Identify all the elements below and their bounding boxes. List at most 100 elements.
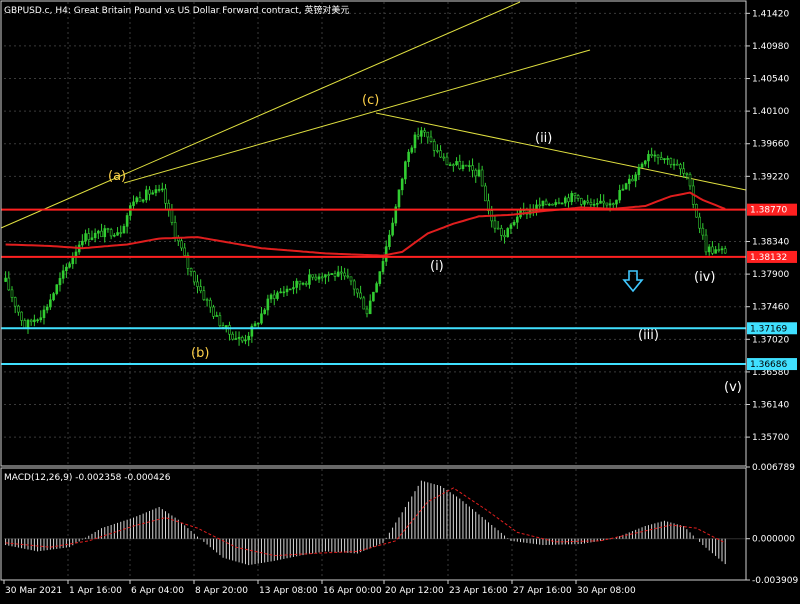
candle-body — [445, 156, 449, 166]
candle-body — [71, 256, 75, 265]
candle-body — [666, 158, 669, 160]
candle-body — [672, 163, 676, 166]
candle-body — [180, 240, 183, 249]
candle-body — [234, 338, 238, 340]
wave-label: (v) — [724, 380, 742, 395]
candle-body — [541, 200, 545, 207]
candle-body — [87, 233, 91, 240]
candle-body — [218, 315, 222, 327]
candle-body — [509, 224, 513, 229]
level-price-label: 1.38770 — [750, 206, 787, 216]
candle-body — [464, 164, 468, 167]
candle-body — [295, 280, 298, 288]
candle-body — [157, 189, 161, 191]
candle-body — [611, 203, 615, 205]
candle-body — [154, 189, 158, 194]
level-price-label: 1.37169 — [750, 324, 787, 334]
wave-label: (i) — [430, 259, 444, 274]
candle-body — [663, 158, 666, 161]
candle-body — [579, 198, 583, 205]
wave-label: (iii) — [638, 328, 659, 343]
axes: 30 Mar 2021 1 Apr 16:00 6 Apr 04:00 8 Apr 2… — [0, 0, 798, 596]
candle-body — [634, 174, 637, 182]
candle-body — [388, 234, 391, 247]
candle-body — [714, 249, 717, 254]
candle-body — [474, 169, 478, 177]
y-tick-label: 1.35700 — [752, 433, 789, 443]
candle-body — [567, 197, 570, 203]
candle-body — [336, 271, 340, 277]
candle-body — [10, 289, 14, 298]
candle-body — [356, 288, 359, 294]
candle-body — [659, 157, 663, 161]
candle-body — [29, 319, 33, 323]
y-tick-label: 1.38340 — [752, 238, 789, 248]
candle-body — [340, 271, 343, 274]
candle-body — [17, 305, 20, 313]
wave-label: (a) — [108, 169, 126, 184]
candle-body — [723, 248, 727, 254]
candle-body — [560, 202, 564, 205]
candle-body — [685, 173, 689, 175]
candle-body — [20, 311, 23, 321]
level-price-label: 1.38132 — [750, 253, 787, 263]
candle-body — [647, 154, 650, 162]
candle-body — [656, 154, 660, 158]
candle-body — [343, 272, 346, 277]
y-tick-label: 1.39220 — [752, 172, 789, 182]
candle-body — [439, 150, 442, 158]
candle-body — [362, 297, 366, 310]
candle-body — [605, 202, 609, 206]
y-tick-label: 1.36140 — [752, 401, 789, 411]
candle-body — [631, 178, 634, 182]
candle-body — [68, 263, 71, 268]
candle-body — [429, 136, 433, 142]
candle-body — [132, 201, 135, 206]
candle-body — [61, 270, 65, 279]
candle-body — [55, 284, 59, 294]
candle-body — [196, 281, 199, 287]
y-tick-label: 1.40100 — [752, 107, 789, 117]
candle-body — [282, 291, 286, 294]
candle-body — [544, 200, 548, 206]
candle-body — [404, 161, 407, 180]
candle-body — [701, 227, 705, 236]
candle-body — [349, 276, 353, 282]
candle-body — [448, 164, 452, 166]
candle-body — [260, 313, 263, 324]
candle-body — [413, 134, 417, 149]
candle-body — [359, 292, 362, 299]
candle-body — [679, 164, 682, 170]
candle-body — [314, 276, 318, 280]
candle-body — [221, 325, 225, 328]
candle-body — [624, 183, 628, 190]
candle-body — [330, 273, 334, 275]
candle-body — [285, 288, 289, 293]
candle-body — [228, 325, 231, 335]
macd-plot — [4, 480, 746, 566]
candle-body — [205, 299, 209, 301]
candle-body — [484, 185, 487, 202]
candle-body — [480, 169, 484, 187]
candle-body — [244, 339, 247, 342]
candle-body — [65, 266, 68, 272]
candle-body — [375, 283, 378, 293]
candle-body — [145, 189, 148, 201]
candle-body — [42, 309, 46, 319]
candle-body — [372, 291, 375, 302]
candle-body — [675, 163, 679, 166]
candle-body — [595, 203, 599, 205]
candle-body — [84, 233, 87, 242]
wave-label: (b) — [191, 346, 209, 361]
candle-body — [407, 151, 410, 163]
wave-label: (ii) — [535, 131, 552, 146]
chart-svg: (a) (b) (c) (i) (ii) (iii) (iv) (v) 30 Mar 2021… — [0, 0, 798, 596]
candle-body — [426, 131, 430, 138]
candle-body — [224, 325, 228, 328]
grid — [4, 2, 746, 579]
candle-body — [397, 189, 401, 208]
candle-body — [720, 248, 724, 251]
candle-body — [116, 232, 119, 236]
candle-body — [717, 249, 721, 251]
candle-body — [455, 161, 458, 166]
